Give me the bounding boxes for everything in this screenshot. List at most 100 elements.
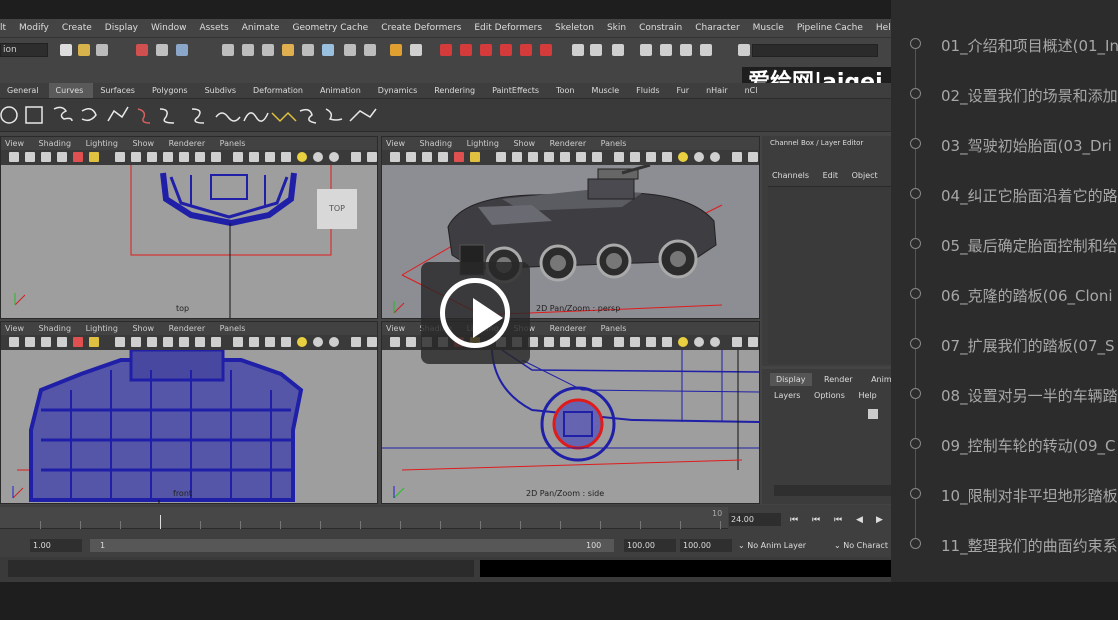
bookmark-icon[interactable] (406, 152, 416, 162)
menu-item[interactable]: Muscle (753, 23, 784, 33)
render-settings-icon[interactable] (440, 44, 452, 56)
menu-item[interactable]: Character (695, 23, 739, 33)
lights-icon[interactable] (576, 337, 586, 347)
menu-item[interactable]: Window (151, 23, 187, 33)
shadows-icon[interactable] (211, 337, 221, 347)
shelf-tab[interactable]: PaintEffects (485, 83, 549, 98)
bookmark-icon[interactable] (25, 337, 35, 347)
channel-list[interactable] (768, 186, 891, 364)
wireframe-icon[interactable] (115, 337, 125, 347)
image-plane-icon[interactable] (41, 152, 51, 162)
textured-icon[interactable] (560, 152, 570, 162)
manip-icon[interactable] (748, 152, 758, 162)
bookmark-icon[interactable] (406, 337, 416, 347)
list-item[interactable]: 05_最后确定胎面控制和给 (891, 230, 1118, 280)
bookmark-icon[interactable] (25, 152, 35, 162)
mode-combo[interactable]: ion (0, 43, 48, 57)
vp-menu-panels[interactable]: Panels (220, 139, 246, 148)
camera-icon[interactable] (9, 152, 19, 162)
tab-display[interactable]: Display (770, 373, 812, 386)
lights-icon[interactable] (195, 337, 205, 347)
start-time-field[interactable]: 1.00 (30, 539, 82, 552)
graph-editor-icon[interactable] (640, 44, 652, 56)
le-menu-item[interactable]: Help (858, 391, 876, 400)
camera-icon[interactable] (520, 44, 532, 56)
list-item[interactable]: 01_介绍和项目概述(01_In (891, 30, 1118, 80)
le-menu-item[interactable]: Options (814, 391, 845, 400)
vp-menu-lighting[interactable]: Lighting (467, 139, 499, 148)
grid-icon[interactable] (57, 337, 67, 347)
vp-menu-lighting[interactable]: Lighting (86, 139, 118, 148)
checker-icon[interactable] (281, 337, 291, 347)
tab-render[interactable]: Render (818, 373, 858, 386)
vp-menu-shading[interactable]: Shading (420, 139, 453, 148)
tab-anim[interactable]: Anim (865, 373, 891, 386)
history-icon[interactable] (322, 44, 334, 56)
hypershade-icon[interactable] (460, 44, 472, 56)
checker-icon[interactable] (662, 337, 672, 347)
wireframe-on-shaded-icon[interactable] (147, 337, 157, 347)
camera-icon[interactable] (390, 152, 400, 162)
sphere-icon[interactable] (694, 152, 704, 162)
sphere-2-icon[interactable] (710, 152, 720, 162)
menu-item[interactable]: Modify (19, 23, 49, 33)
character-dropdown[interactable]: ⌄ No Charact (834, 541, 888, 550)
film-gate-icon[interactable] (73, 152, 83, 162)
xray-joints-icon[interactable] (630, 152, 640, 162)
hq-icon[interactable] (646, 152, 656, 162)
shelf-tab[interactable]: Rendering (427, 83, 485, 98)
tool-settings-icon[interactable] (680, 44, 692, 56)
menu-item[interactable]: Skin (607, 23, 626, 33)
textured-icon[interactable] (179, 152, 189, 162)
isolate-icon[interactable] (233, 152, 243, 162)
lock-icon[interactable] (351, 337, 361, 347)
xray-joints-icon[interactable] (630, 337, 640, 347)
vp-menu-renderer[interactable]: Renderer (169, 139, 206, 148)
search-input[interactable] (752, 44, 878, 57)
menu-item[interactable]: Edit Deformers (474, 23, 542, 33)
sphere-icon[interactable] (694, 337, 704, 347)
smooth-shade-icon[interactable] (131, 337, 141, 347)
menu-item[interactable]: Create (62, 23, 92, 33)
menu-item[interactable]: Geometry Cache (292, 23, 368, 33)
wireframe-icon[interactable] (496, 152, 506, 162)
shelf-tab[interactable]: Animation (313, 83, 371, 98)
vp-menu-panels[interactable]: Panels (220, 324, 246, 333)
textured-icon[interactable] (179, 337, 189, 347)
vp-menu-show[interactable]: Show (132, 324, 154, 333)
checker-icon[interactable] (662, 152, 672, 162)
step-back-frame-icon[interactable]: ⏮ (834, 515, 842, 525)
light-bulb-icon[interactable] (297, 337, 307, 347)
sphere-icon[interactable] (313, 337, 323, 347)
shelf-tab[interactable]: nHair (699, 83, 738, 98)
mel-input[interactable] (8, 560, 474, 577)
attribute-editor-icon[interactable] (660, 44, 672, 56)
sphere-2-icon[interactable] (710, 337, 720, 347)
select-hierarchy-icon[interactable] (136, 44, 148, 56)
shelf-tab[interactable]: Surfaces (93, 83, 145, 98)
list-item[interactable]: 03_驾驶初始胎面(03_Dri (891, 130, 1118, 180)
layer-scrollbar[interactable] (774, 485, 891, 496)
new-layer-icon[interactable] (868, 409, 878, 419)
make-live-icon[interactable] (302, 44, 314, 56)
sphere-2-icon[interactable] (329, 152, 339, 162)
lock-icon[interactable] (732, 337, 742, 347)
video-frame[interactable]: lt Modify Create Display Window Assets A… (0, 19, 891, 582)
vp-menu-renderer[interactable]: Renderer (550, 139, 587, 148)
xray-joints-icon[interactable] (249, 337, 259, 347)
shelf-tab[interactable]: General (0, 83, 49, 98)
step-back-key-icon[interactable]: ⏮ (812, 515, 820, 525)
cb-menu-item[interactable]: Object (852, 171, 878, 180)
shadows-icon[interactable] (592, 152, 602, 162)
textured-icon[interactable] (560, 337, 570, 347)
help-icon[interactable] (364, 44, 376, 56)
render-icon[interactable] (390, 44, 402, 56)
menu-item[interactable]: Skeleton (555, 23, 594, 33)
sphere-icon[interactable] (313, 152, 323, 162)
list-item[interactable]: 07_扩展我们的踏板(07_S (891, 330, 1118, 380)
vp-menu-shading[interactable]: Shading (39, 324, 72, 333)
select-component-icon[interactable] (176, 44, 188, 56)
xray-icon[interactable] (163, 337, 173, 347)
hq-icon[interactable] (646, 337, 656, 347)
snap-point-icon[interactable] (262, 44, 274, 56)
